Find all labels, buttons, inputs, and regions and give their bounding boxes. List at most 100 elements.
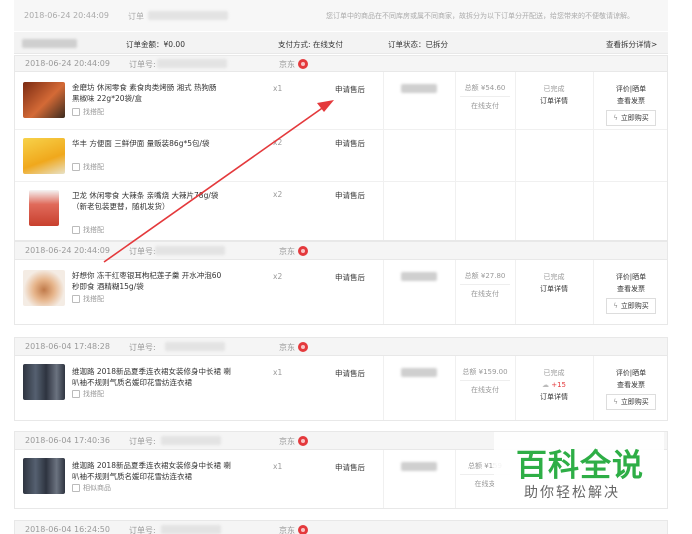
product-name[interactable]: 卫龙 休闲零食 大辣条 亲嘴烧 大辣片78g/袋（新老包装更替，随机发货）: [72, 190, 222, 212]
buy-again-button[interactable]: ϟ 立即购买: [606, 110, 656, 126]
match-icon: [72, 295, 80, 303]
gift-icon: ☁: [541, 381, 549, 389]
order-status-cell: 已完成 订单详情: [515, 271, 593, 295]
payment-type: 在线支付: [460, 284, 510, 299]
match-icon: [72, 226, 80, 234]
order-status-cell: 已完成 ☁ +15 订单详情: [515, 367, 593, 403]
jd-logo-icon: [298, 245, 308, 256]
view-invoice-link[interactable]: 查看发票: [593, 283, 669, 295]
consignee-blurred: [401, 84, 437, 93]
view-split-details-link[interactable]: 查看拆分详情>: [606, 39, 657, 50]
payment-method: 支付方式: 在线支付: [278, 40, 343, 49]
order-amount: 订单金额：¥0.00: [126, 40, 185, 49]
find-match-link[interactable]: 找搭配: [72, 162, 104, 172]
payment-type: 在线支付: [460, 380, 510, 395]
order-card: 2018-06-24 20:44:09 订单号: 京东 好想你 冻干红枣银耳枸杞…: [14, 241, 668, 325]
jd-logo-icon: [298, 58, 308, 69]
consignee-blurred: [401, 462, 437, 471]
split-notice: 您订单中的商品在不同库房或属不同商家，故拆分为以下订单分开配送，给您带来的不便敬…: [326, 12, 634, 20]
product-thumbnail[interactable]: [23, 82, 65, 118]
order-operations: 评价|晒单 查看发票 ϟ 立即购买: [593, 271, 669, 314]
product-thumbnail[interactable]: [23, 138, 65, 174]
shop-name[interactable]: 京东: [279, 58, 308, 70]
status-text: 已完成: [543, 369, 565, 377]
order-operations: 评价|晒单 查看发票 ϟ 立即购买: [593, 83, 669, 126]
product-name[interactable]: 好想你 冻干红枣银耳枸杞莲子羹 开水冲泡60秒即食 酒精糊15g/袋: [72, 270, 222, 292]
after-sale-link[interactable]: 申请售后: [335, 462, 365, 473]
product-name[interactable]: 维迦路 2018新品夏季连衣裙女装修身中长裙 喇叭袖不规则气质名媛印花雪纺连衣裙: [72, 460, 232, 482]
product-thumbnail[interactable]: [23, 458, 65, 494]
product-thumbnail[interactable]: [23, 364, 65, 400]
order-card: 2018-06-24 20:44:09 订单号: 京东 金磨坊 休闲零食 素食肉…: [14, 55, 668, 241]
account-blurred: [22, 39, 77, 48]
after-sale-link[interactable]: 申请售后: [335, 84, 365, 95]
order-header: 2018-06-04 17:48:28 订单号: 京东: [15, 338, 667, 356]
similar-icon: [72, 484, 80, 492]
after-sale-link[interactable]: 申请售后: [335, 190, 365, 201]
consignee-blurred: [401, 272, 437, 281]
lightning-icon: ϟ: [613, 398, 618, 406]
after-sale-link[interactable]: 申请售后: [335, 138, 365, 149]
order-number-label: 订单号:: [129, 526, 156, 534]
product-row: 华丰 方便面 三鲜伊面 量贩装86g*5包/袋 找搭配 x2 申请售后: [15, 130, 667, 182]
order-operations: 评价|晒单 查看发票 ϟ 立即购买: [593, 367, 669, 410]
jd-logo-icon: [298, 341, 308, 352]
order-number-blurred: [161, 436, 221, 445]
after-sale-link[interactable]: 申请售后: [335, 272, 365, 283]
buy-again-button[interactable]: ϟ 立即购买: [606, 394, 656, 410]
order-time: 2018-06-24 20:44:09: [25, 246, 110, 255]
status-text: 已完成: [543, 273, 565, 281]
product-name[interactable]: 金磨坊 休闲零食 素食肉类烤肠 湘式 热狗肠 黑椒味 22g*20袋/盒: [72, 82, 222, 104]
product-quantity: x1: [273, 84, 283, 93]
view-invoice-link[interactable]: 查看发票: [593, 379, 669, 391]
lightning-icon: ϟ: [613, 302, 618, 310]
order-header: 2018-06-24 20:44:09 订单号: 京东: [15, 56, 667, 72]
product-name[interactable]: 维迦路 2018新品夏季连衣裙女装修身中长裙 喇叭袖不规则气质名媛印花雪纺连衣裙: [72, 366, 232, 388]
shop-name[interactable]: 京东: [279, 245, 308, 257]
shop-name[interactable]: 京东: [279, 524, 308, 534]
order-card: 2018-06-04 16:24:50 订单号: 京东: [14, 520, 668, 534]
find-match-link[interactable]: 找搭配: [72, 389, 104, 399]
product-row: 金磨坊 休闲零食 素食肉类烤肠 湘式 热狗肠 黑椒味 22g*20袋/盒 找搭配…: [15, 72, 667, 130]
product-thumbnail[interactable]: [23, 270, 65, 306]
order-time: 2018-06-24 20:44:09: [25, 59, 110, 68]
order-number-label: 订单号:: [129, 247, 156, 256]
find-match-link[interactable]: 找搭配: [72, 225, 104, 235]
order-number-label: 订单号:: [129, 343, 156, 352]
product-quantity: x1: [273, 462, 283, 471]
consignee-blurred: [401, 368, 437, 377]
order-number-label: 订单号:: [129, 437, 156, 446]
product-quantity: x2: [273, 272, 283, 281]
product-name[interactable]: 华丰 方便面 三鲜伊面 量贩装86g*5包/袋: [72, 138, 222, 149]
after-sale-link[interactable]: 申请售后: [335, 368, 365, 379]
order-total: 总额 ¥54.60 在线支付: [455, 83, 515, 111]
order-detail-link[interactable]: 订单详情: [540, 285, 568, 293]
order-status-cell: 已完成 订单详情: [515, 83, 593, 107]
order-card: 2018-06-04 17:48:28 订单号: 京东 维迦路 2018新品夏季…: [14, 337, 668, 421]
order-number-label: 订单号:: [129, 60, 156, 69]
split-order-summary: 订单金额：¥0.00 支付方式: 在线支付 订单状态：已拆分 查看拆分详情>: [14, 32, 668, 54]
order-total: 总额 ¥159.00 在线支付: [455, 367, 515, 395]
order-header: 2018-06-24 20:44:09 订单号: 京东: [15, 242, 667, 260]
similar-items-link[interactable]: 相似商品: [72, 483, 111, 493]
order-number-blurred: [155, 246, 225, 255]
review-share-link[interactable]: 评价|晒单: [593, 83, 669, 95]
order-detail-link[interactable]: 订单详情: [540, 393, 568, 401]
shop-name[interactable]: 京东: [279, 341, 308, 353]
view-invoice-link[interactable]: 查看发票: [593, 95, 669, 107]
review-share-link[interactable]: 评价|晒单: [593, 271, 669, 283]
buy-again-button[interactable]: ϟ 立即购买: [606, 298, 656, 314]
shop-name[interactable]: 京东: [279, 435, 308, 447]
payment-type: 在线支付: [460, 96, 510, 111]
order-time: 2018-06-04 16:24:50: [25, 525, 110, 534]
product-row: 维迦路 2018新品夏季连衣裙女装修身中长裙 喇叭袖不规则气质名媛印花雪纺连衣裙…: [15, 356, 667, 420]
product-thumbnail[interactable]: [29, 190, 59, 226]
order-number-blurred: [157, 59, 227, 68]
review-share-link[interactable]: 评价|晒单: [593, 367, 669, 379]
order-time: 2018-06-04 17:48:28: [25, 342, 110, 351]
order-detail-link[interactable]: 订单详情: [540, 97, 568, 105]
match-icon: [72, 163, 80, 171]
watermark: 百科全说 助你轻松解决: [494, 432, 664, 508]
find-match-link[interactable]: 找搭配: [72, 107, 104, 117]
find-match-link[interactable]: 找搭配: [72, 294, 104, 304]
